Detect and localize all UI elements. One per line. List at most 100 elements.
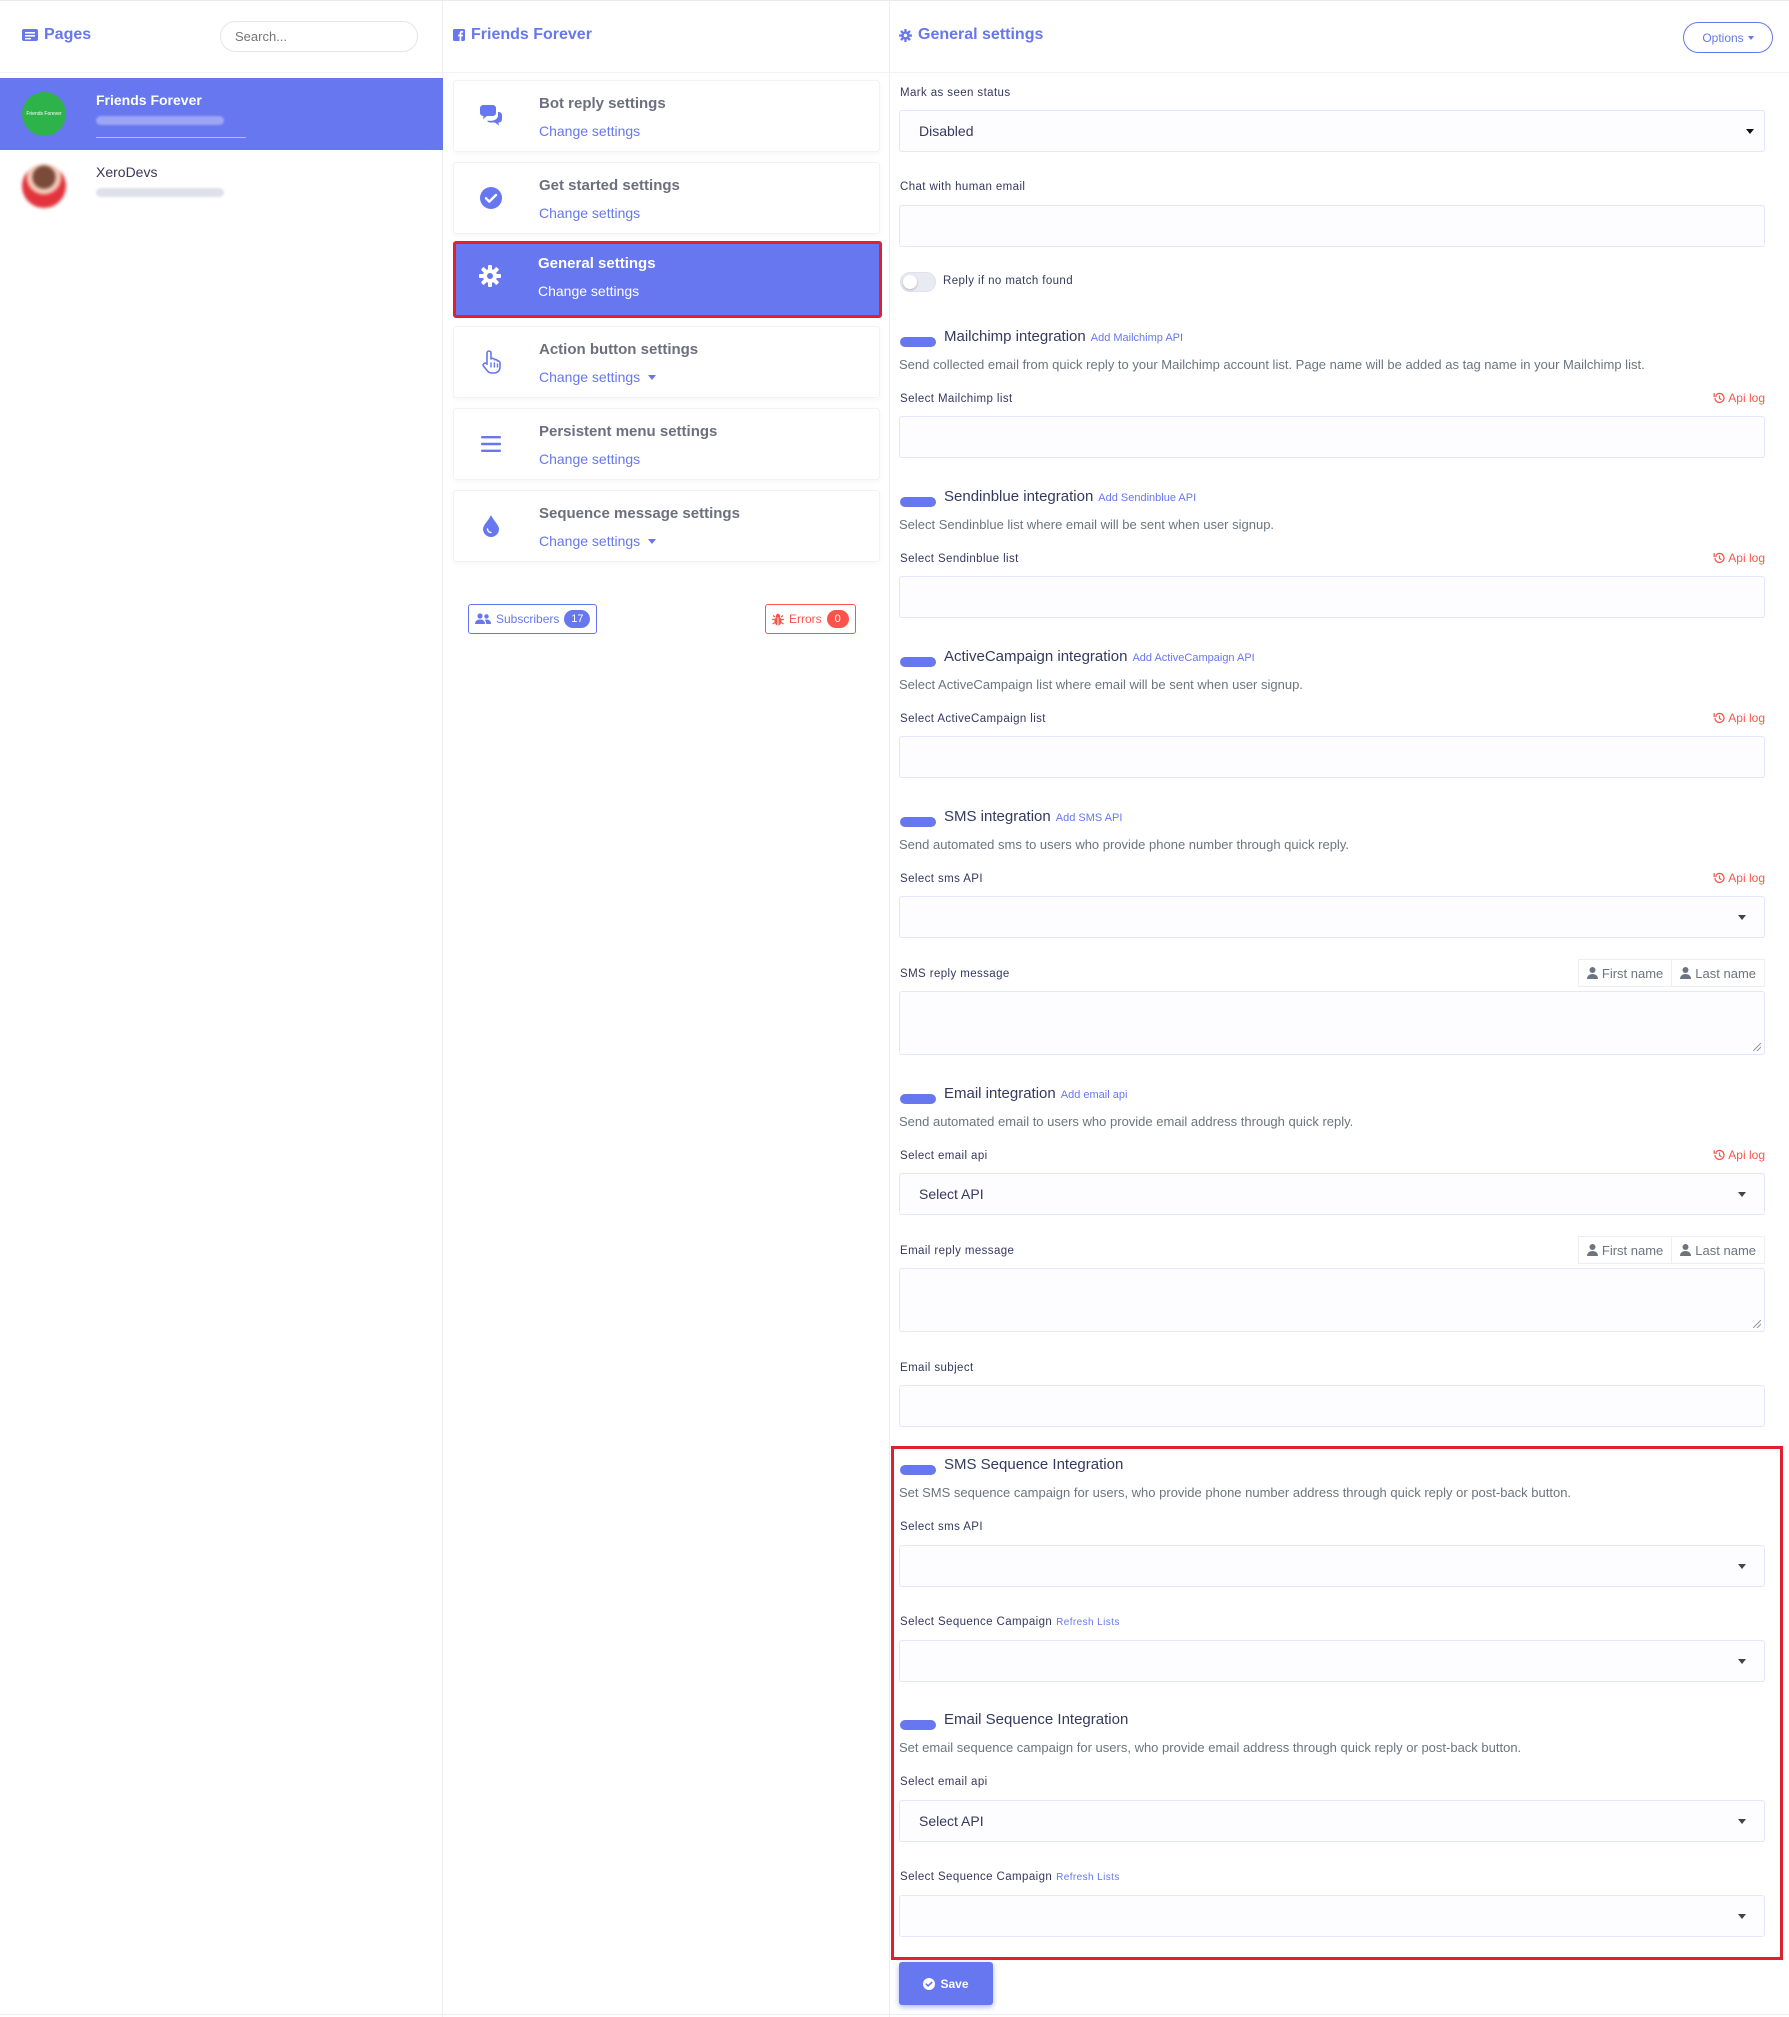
sms-refresh-lists-link[interactable]: Refresh Lists	[1056, 1617, 1120, 1628]
bot-reply-settings-card[interactable]: Bot reply settings Change settings	[453, 80, 880, 152]
action-button-settings-card[interactable]: Action button settings Change settings	[453, 326, 880, 398]
sms-toggle[interactable]	[900, 817, 936, 827]
settings-page-title: Friends Forever	[453, 26, 592, 44]
caret-down-icon	[1738, 915, 1746, 920]
add-sendinblue-api-link[interactable]: Add Sendinblue API	[1098, 492, 1196, 504]
sendinblue-api-log-link[interactable]: Api log	[1713, 551, 1765, 565]
sms-api-select[interactable]	[899, 896, 1765, 938]
activecampaign-toggle[interactable]	[900, 657, 936, 667]
user-icon	[1680, 1244, 1692, 1256]
save-button[interactable]: Save	[899, 1962, 993, 2005]
email-sequence-api-select[interactable]: Select API	[899, 1800, 1765, 1842]
email-sequence-campaign-label: Select Sequence Campaign Refresh Lists	[900, 1871, 1120, 1883]
email-reply-message-textarea[interactable]	[899, 1268, 1765, 1332]
general-settings-card[interactable]: General settings Change settings	[453, 241, 882, 318]
mailchimp-title: Mailchimp integration Add Mailchimp API	[944, 328, 1184, 345]
id-card-icon	[22, 29, 38, 41]
mailchimp-list-select[interactable]	[899, 416, 1765, 458]
sms-description: Send automated sms to users who provide …	[899, 837, 1349, 852]
add-email-api-link[interactable]: Add email api	[1061, 1089, 1128, 1101]
page-id-blurred	[96, 116, 224, 125]
chat-human-email-input[interactable]	[899, 205, 1765, 247]
sms-name-placeholders: First name Last name	[1577, 959, 1765, 987]
change-settings-dropdown[interactable]: Change settings	[539, 533, 657, 549]
caret-down-icon	[1738, 1819, 1746, 1824]
options-dropdown-button[interactable]: Options	[1683, 22, 1773, 53]
page-item-xerodevs[interactable]: XeroDevs	[0, 150, 443, 222]
add-sms-api-link[interactable]: Add SMS API	[1056, 812, 1123, 824]
errors-button[interactable]: Errors 0	[765, 604, 856, 634]
mailchimp-api-log-link[interactable]: Api log	[1713, 391, 1765, 405]
activecampaign-api-log-link[interactable]: Api log	[1713, 711, 1765, 725]
user-icon	[1586, 1244, 1598, 1256]
gear-icon	[899, 28, 912, 42]
activecampaign-description: Select ActiveCampaign list where email w…	[899, 677, 1303, 692]
change-settings-link[interactable]: Change settings	[539, 451, 640, 467]
email-toggle[interactable]	[900, 1094, 936, 1104]
caret-down-icon	[1738, 1914, 1746, 1919]
reply-no-match-toggle[interactable]	[900, 272, 936, 292]
email-sequence-toggle[interactable]	[900, 1720, 936, 1730]
page-item-friends-forever[interactable]: Friends Forever Friends Forever	[0, 78, 443, 150]
mailchimp-toggle[interactable]	[900, 337, 936, 347]
comments-icon	[478, 103, 504, 129]
sms-sequence-api-label: Select sms API	[900, 1521, 983, 1533]
tint-icon	[478, 513, 504, 539]
persistent-menu-settings-card[interactable]: Persistent menu settings Change settings	[453, 408, 880, 480]
change-settings-link[interactable]: Change settings	[539, 205, 640, 221]
email-reply-message-label: Email reply message	[900, 1245, 1015, 1257]
email-api-select[interactable]: Select API	[899, 1173, 1765, 1215]
bars-icon	[478, 431, 504, 457]
sms-reply-message-label: SMS reply message	[900, 968, 1010, 980]
activecampaign-list-select[interactable]	[899, 736, 1765, 778]
sendinblue-list-select[interactable]	[899, 576, 1765, 618]
pages-panel	[0, 0, 443, 2017]
email-subject-input[interactable]	[899, 1385, 1765, 1427]
sms-integration-title: SMS integration Add SMS API	[944, 808, 1123, 825]
first-name-button[interactable]: First name	[1577, 1236, 1673, 1264]
caret-down-icon	[648, 538, 657, 544]
sms-sequence-campaign-select[interactable]	[899, 1640, 1765, 1682]
sms-api-log-link[interactable]: Api log	[1713, 871, 1765, 885]
sms-reply-message-textarea[interactable]	[899, 991, 1765, 1055]
history-icon	[1713, 1149, 1725, 1161]
first-name-button[interactable]: First name	[1577, 959, 1673, 987]
resize-handle-icon[interactable]	[1753, 1320, 1761, 1328]
page-name: XeroDevs	[96, 164, 158, 180]
add-activecampaign-api-link[interactable]: Add ActiveCampaign API	[1132, 652, 1254, 664]
history-icon	[1713, 712, 1725, 724]
caret-down-icon	[1746, 129, 1754, 134]
hand-pointer-icon	[478, 349, 504, 375]
sendinblue-description: Select Sendinblue list where email will …	[899, 517, 1275, 532]
user-icon	[1586, 967, 1598, 979]
email-sequence-campaign-select[interactable]	[899, 1895, 1765, 1937]
facebook-icon	[453, 29, 465, 41]
page-avatar: Friends Forever	[22, 92, 66, 136]
sequence-message-settings-card[interactable]: Sequence message settings Change setting…	[453, 490, 880, 562]
last-name-button[interactable]: Last name	[1672, 1236, 1765, 1264]
users-icon	[475, 613, 491, 624]
sms-sequence-toggle[interactable]	[900, 1465, 936, 1475]
change-settings-link[interactable]: Change settings	[539, 123, 640, 139]
change-settings-link[interactable]: Change settings	[538, 283, 639, 299]
sendinblue-toggle[interactable]	[900, 497, 936, 507]
user-icon	[1680, 967, 1692, 979]
get-started-settings-card[interactable]: Get started settings Change settings	[453, 162, 880, 234]
caret-down-icon	[1747, 35, 1754, 40]
change-settings-dropdown[interactable]: Change settings	[539, 369, 657, 385]
sms-sequence-api-select[interactable]	[899, 1545, 1765, 1587]
subscribers-button[interactable]: Subscribers 17	[468, 604, 598, 634]
add-mailchimp-api-link[interactable]: Add Mailchimp API	[1091, 332, 1183, 344]
sms-sequence-campaign-label: Select Sequence Campaign Refresh Lists	[900, 1616, 1120, 1628]
email-refresh-lists-link[interactable]: Refresh Lists	[1056, 1872, 1120, 1883]
page-search-input[interactable]	[220, 21, 418, 52]
email-api-log-link[interactable]: Api log	[1713, 1148, 1765, 1162]
history-icon	[1713, 552, 1725, 564]
page-name: Friends Forever	[96, 92, 202, 108]
activecampaign-list-label: Select ActiveCampaign list	[900, 713, 1046, 725]
email-api-label: Select email api	[900, 1150, 988, 1162]
sms-api-label: Select sms API	[900, 873, 983, 885]
mark-seen-select[interactable]: Disabled	[899, 110, 1765, 152]
resize-handle-icon[interactable]	[1753, 1043, 1761, 1051]
last-name-button[interactable]: Last name	[1672, 959, 1765, 987]
